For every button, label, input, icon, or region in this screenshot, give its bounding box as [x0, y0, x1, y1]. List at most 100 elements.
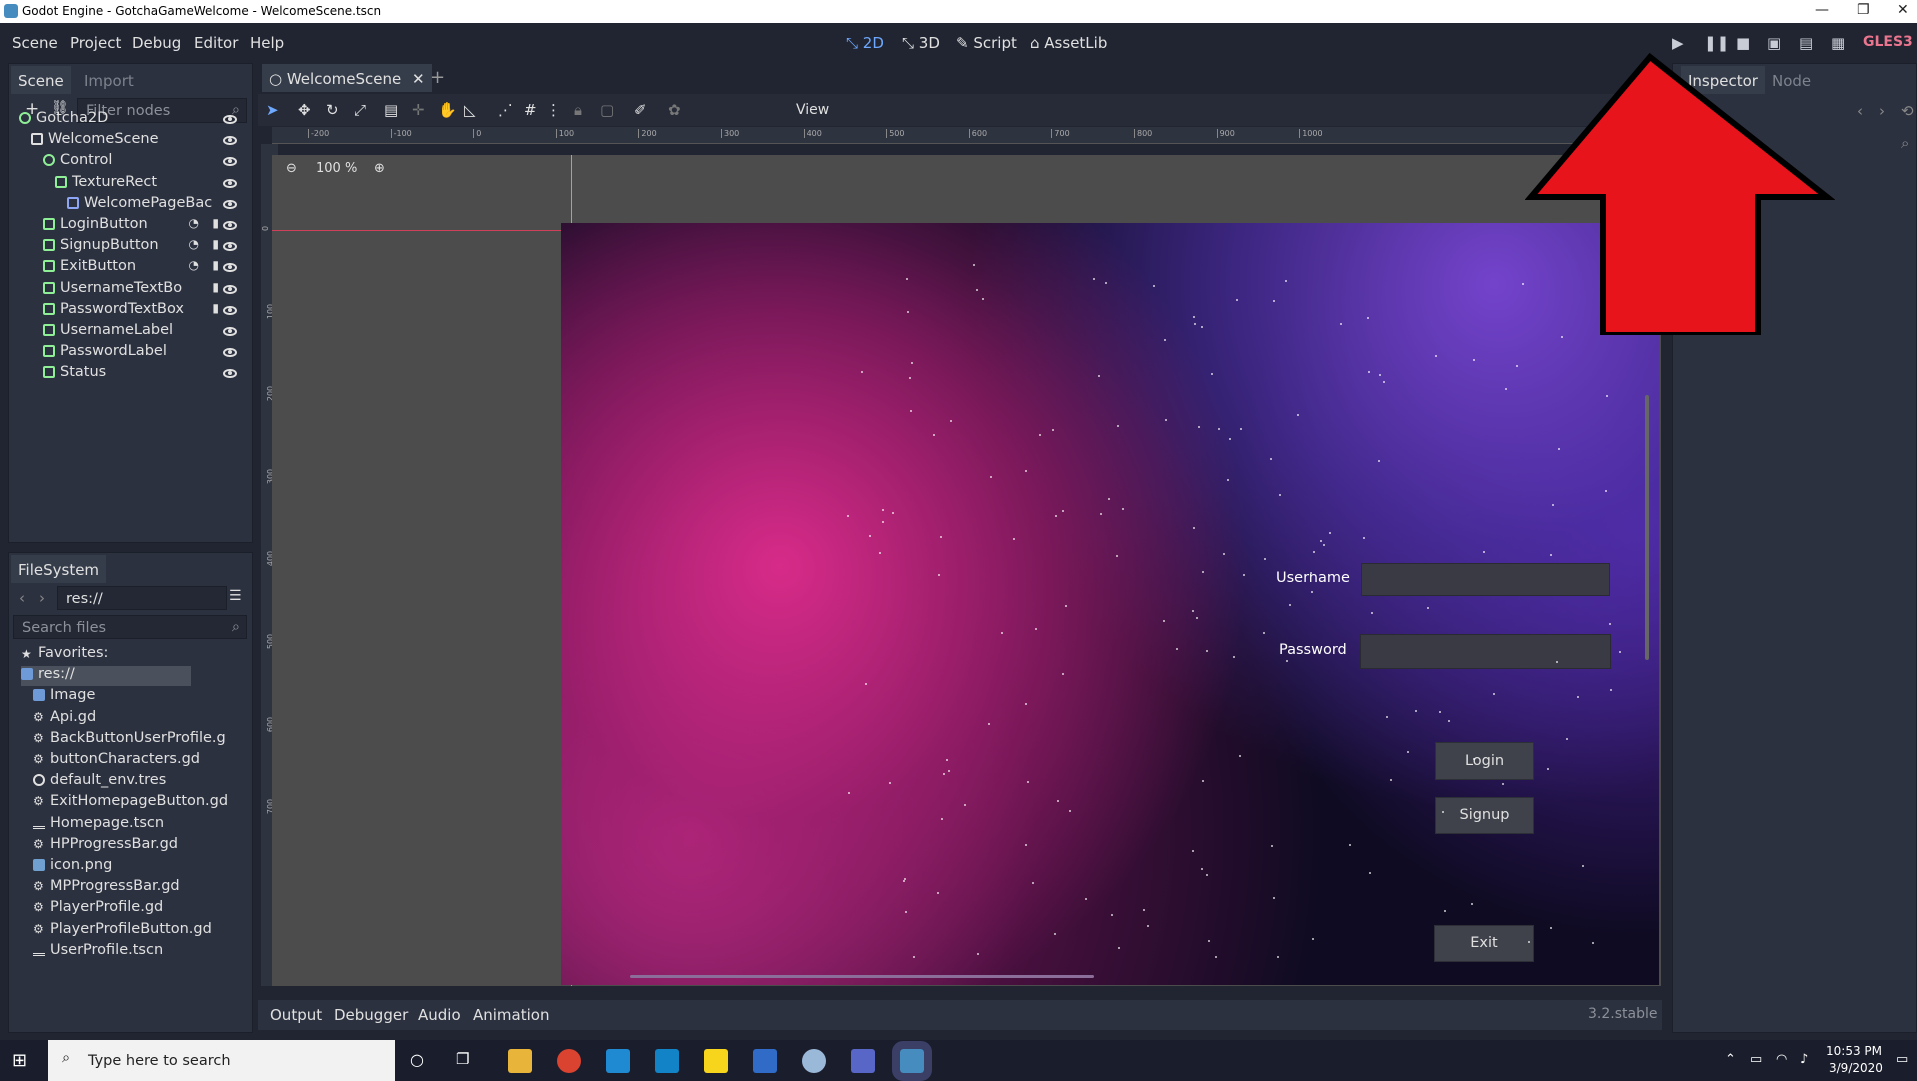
- renderer-label[interactable]: GLES3: [1863, 34, 1913, 50]
- visibility-eye-icon[interactable]: [223, 305, 237, 315]
- visibility-eye-icon[interactable]: [223, 136, 237, 146]
- tab-import[interactable]: Import: [77, 66, 141, 94]
- sticky-notes-icon[interactable]: [704, 1049, 728, 1073]
- menu-scene[interactable]: Scene: [12, 34, 58, 52]
- wifi-icon[interactable]: ◠: [1776, 1052, 1787, 1067]
- script-icon[interactable]: ▮: [212, 237, 219, 251]
- group-icon[interactable]: ▢: [600, 101, 614, 119]
- tab-audio[interactable]: Audio: [418, 1006, 461, 1024]
- add-tab-icon[interactable]: +: [430, 67, 445, 88]
- file-item[interactable]: ⚙ PlayerProfileButton.gd: [33, 921, 212, 941]
- file-item[interactable]: Image: [33, 687, 95, 707]
- history-back-icon[interactable]: ‹: [1857, 102, 1863, 120]
- visibility-eye-icon[interactable]: [223, 115, 237, 124]
- app-icon[interactable]: [655, 1049, 679, 1073]
- favorites-item[interactable]: ★ Favorites:: [21, 645, 108, 665]
- visibility-eye-icon[interactable]: [223, 327, 237, 336]
- visibility-eye-icon[interactable]: [223, 348, 237, 358]
- store-app-icon[interactable]: [851, 1049, 875, 1073]
- horizontal-scrollbar[interactable]: [630, 975, 1094, 978]
- signal-icon[interactable]: ◔: [189, 258, 199, 272]
- history-forward-icon[interactable]: ›: [1879, 102, 1885, 120]
- tab-debugger[interactable]: Debugger: [334, 1006, 408, 1024]
- chrome-icon[interactable]: [557, 1049, 581, 1073]
- tab-welcomescene[interactable]: ○ WelcomeScene ✕: [262, 64, 432, 92]
- grid-icon[interactable]: #: [524, 101, 537, 119]
- close-window-icon[interactable]: ✕: [1897, 2, 1909, 18]
- visibility-eye-icon[interactable]: [223, 242, 237, 252]
- script-icon[interactable]: ▮: [212, 280, 219, 294]
- windows-start-icon[interactable]: ⊞: [12, 1050, 27, 1071]
- menu-help[interactable]: Help: [250, 34, 284, 52]
- visibility-eye-icon[interactable]: [223, 284, 237, 294]
- zoom-out-icon[interactable]: ⊖: [286, 161, 297, 176]
- file-item[interactable]: ⚙ MPProgressBar.gd: [33, 878, 180, 898]
- scene-tree-node[interactable]: Gotcha2D: [19, 110, 249, 126]
- scene-tree-node[interactable]: WelcomeScene: [31, 131, 249, 147]
- scene-tree-node[interactable]: SignupButton ▮ ◔: [43, 237, 249, 253]
- script-icon[interactable]: ▮: [212, 258, 219, 272]
- file-item[interactable]: Homepage.tscn: [33, 815, 164, 835]
- zoom-level[interactable]: 100 %: [316, 161, 357, 176]
- scene-tree-node[interactable]: WelcomePageBac: [67, 195, 249, 211]
- restore-icon[interactable]: ❐: [1857, 2, 1870, 18]
- visibility-eye-icon[interactable]: [223, 263, 237, 273]
- menu-editor[interactable]: Editor: [194, 34, 238, 52]
- object-history-icon[interactable]: ⟲: [1901, 102, 1914, 120]
- battery-icon[interactable]: ▭: [1750, 1052, 1762, 1067]
- mode-assetlib-button[interactable]: ⌂ AssetLib: [1030, 34, 1107, 52]
- visibility-eye-icon[interactable]: [223, 221, 237, 230]
- snap-icon[interactable]: ⋰: [498, 101, 513, 119]
- split-mode-icon[interactable]: ☰: [229, 588, 242, 604]
- visibility-eye-icon[interactable]: [223, 369, 237, 379]
- paint-icon[interactable]: [802, 1049, 826, 1073]
- back-icon[interactable]: ‹: [19, 589, 25, 607]
- scene-tree-node[interactable]: Control: [43, 152, 249, 168]
- move-tool-icon[interactable]: ✥: [298, 101, 311, 119]
- rotate-tool-icon[interactable]: ↻: [326, 101, 339, 119]
- scene-tree-node[interactable]: PasswordTextBox ▮: [43, 301, 249, 317]
- view-menu[interactable]: View: [796, 102, 829, 118]
- taskbar-search-box[interactable]: ⌕ Type here to search: [48, 1040, 395, 1081]
- forward-icon[interactable]: ›: [39, 589, 45, 607]
- scene-tree-node[interactable]: UsernameLabel: [43, 322, 249, 338]
- file-item[interactable]: ⚙ ExitHomepageButton.gd: [33, 793, 228, 813]
- more-icon[interactable]: ⋮: [546, 101, 561, 119]
- scene-tree-node[interactable]: PasswordLabel: [43, 343, 249, 359]
- file-item[interactable]: UserProfile.tscn: [33, 942, 163, 962]
- cortana-icon[interactable]: ○: [410, 1050, 424, 1069]
- path-field[interactable]: res://: [57, 586, 227, 610]
- file-explorer-icon[interactable]: [508, 1049, 532, 1073]
- powershell-icon[interactable]: [753, 1049, 777, 1073]
- file-item[interactable]: ⚙ BackButtonUserProfile.g: [33, 730, 226, 750]
- signal-icon[interactable]: ◔: [189, 237, 199, 251]
- file-item[interactable]: ⚙ HPProgressBar.gd: [33, 836, 178, 856]
- mode-script-button[interactable]: ✎ Script: [956, 34, 1017, 52]
- ruler-tool-icon[interactable]: ◺: [464, 101, 476, 119]
- search-files-input[interactable]: Search files ⌕: [13, 615, 247, 639]
- tab-animation[interactable]: Animation: [473, 1006, 549, 1024]
- scene-tree-node[interactable]: TextureRect: [55, 174, 249, 190]
- password-textbox[interactable]: [1360, 634, 1611, 669]
- tab-scene[interactable]: Scene: [11, 66, 71, 94]
- scale-tool-icon[interactable]: ⤢: [354, 101, 366, 119]
- tab-filesystem[interactable]: FileSystem: [11, 555, 107, 583]
- select-tool-icon[interactable]: ➤: [266, 101, 279, 119]
- file-item[interactable]: icon.png: [33, 857, 112, 877]
- visibility-eye-icon[interactable]: [223, 199, 237, 209]
- anchor-icon[interactable]: ✿: [668, 101, 681, 119]
- list-select-icon[interactable]: ▤: [384, 101, 398, 119]
- close-tab-icon[interactable]: ✕: [412, 70, 425, 88]
- clock-time[interactable]: 10:53 PM: [1826, 1044, 1882, 1058]
- script-icon[interactable]: ▮: [212, 216, 219, 230]
- menu-project[interactable]: Project: [70, 34, 121, 52]
- menu-debug[interactable]: Debug: [132, 34, 181, 52]
- file-item[interactable]: default_env.tres: [33, 772, 166, 792]
- minimize-icon[interactable]: —: [1815, 2, 1829, 18]
- notifications-icon[interactable]: ▭: [1896, 1052, 1908, 1067]
- mode-3d-button[interactable]: ⤡ 3D: [902, 34, 940, 52]
- canvas-viewport[interactable]: ⊖ 100 % ⊕ Username Password Login Signup…: [272, 155, 1661, 986]
- login-button[interactable]: Login: [1435, 742, 1534, 780]
- skeleton-icon[interactable]: ✐: [634, 101, 647, 119]
- tray-chevron-icon[interactable]: ⌃: [1725, 1052, 1736, 1067]
